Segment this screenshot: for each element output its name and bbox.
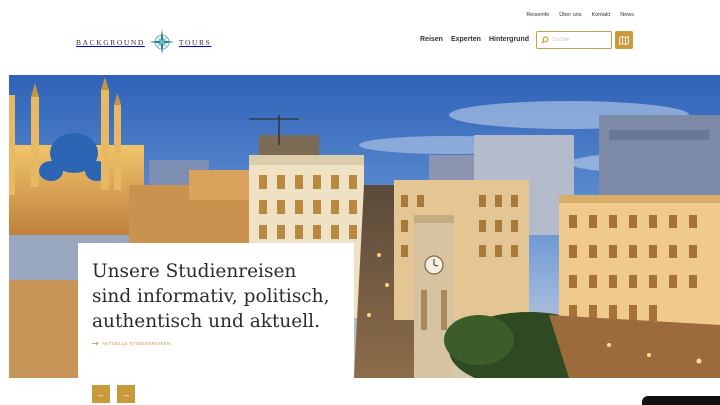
- chat-widget-badge[interactable]: [642, 396, 720, 405]
- hero-title: Unsere Studienreisen sind informativ, po…: [92, 261, 330, 332]
- current-tours-link-label: AKTUELLE STUDIENREISEN: [102, 341, 171, 346]
- logo-word-left: BACKGROUND: [76, 37, 145, 47]
- nav-experten[interactable]: Experten: [451, 36, 481, 43]
- slider-prev-button[interactable]: ←: [92, 385, 110, 403]
- meta-link-ueber-uns[interactable]: Über uns: [559, 12, 581, 18]
- arrow-right-icon: [92, 341, 99, 346]
- slider-next-button[interactable]: →: [117, 385, 135, 403]
- nav-reisen[interactable]: Reisen: [420, 36, 443, 43]
- search-icon: [541, 36, 549, 44]
- nav-hintergrund[interactable]: Hintergrund: [489, 36, 529, 43]
- meta-nav: Reiseinfo Über uns Kontakt News: [526, 12, 634, 18]
- meta-link-news[interactable]: News: [620, 12, 634, 18]
- site-logo[interactable]: BACKGROUND TOURS: [76, 28, 211, 56]
- hero-caption-card: Unsere Studienreisen sind informativ, po…: [78, 243, 354, 378]
- search-input[interactable]: [552, 37, 608, 43]
- arrow-right-icon: →: [121, 389, 131, 399]
- meta-link-reiseinfo[interactable]: Reiseinfo: [526, 12, 549, 18]
- arrow-left-icon: ←: [96, 389, 106, 399]
- map-button[interactable]: [615, 31, 633, 49]
- logo-word-right: TOURS: [178, 37, 212, 47]
- meta-link-kontakt[interactable]: Kontakt: [592, 12, 611, 18]
- compass-rose-icon: [148, 29, 175, 55]
- search-box[interactable]: [536, 31, 612, 49]
- current-tours-link[interactable]: AKTUELLE STUDIENREISEN: [92, 341, 340, 346]
- main-nav: Reisen Experten Hintergrund: [420, 36, 529, 43]
- map-icon: [619, 35, 629, 45]
